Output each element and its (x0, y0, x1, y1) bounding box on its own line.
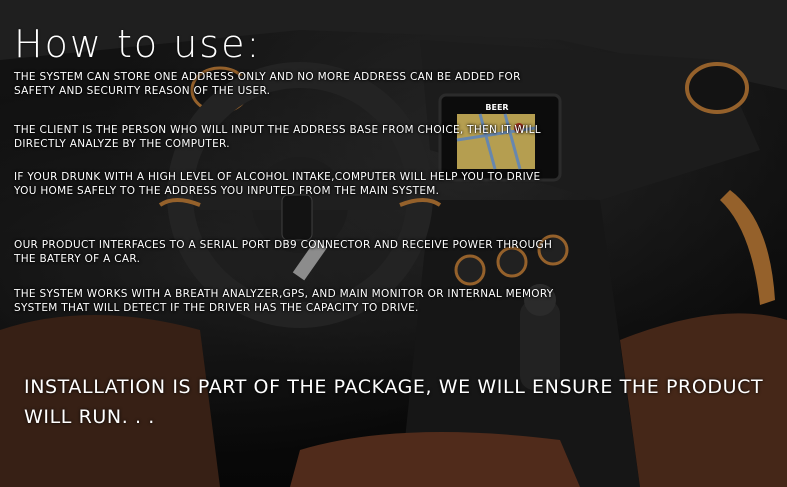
screen-label: BEER (485, 103, 509, 112)
info-paragraph-interface: Our product interfaces to a serial port … (14, 239, 553, 265)
slide: BEER How to use: The system can store on… (0, 0, 787, 487)
info-paragraph-client: The client is the person who will input … (14, 124, 541, 150)
info-paragraph-system: The system works with a breath analyzer,… (14, 288, 554, 314)
info-paragraph-storage: The system can store one address only an… (14, 71, 521, 97)
page-title: How to use: (14, 22, 262, 66)
installation-note: Installation is part of the package, we … (24, 376, 764, 428)
info-paragraph-drunk: If your drunk with a high level of alcoh… (14, 171, 541, 197)
